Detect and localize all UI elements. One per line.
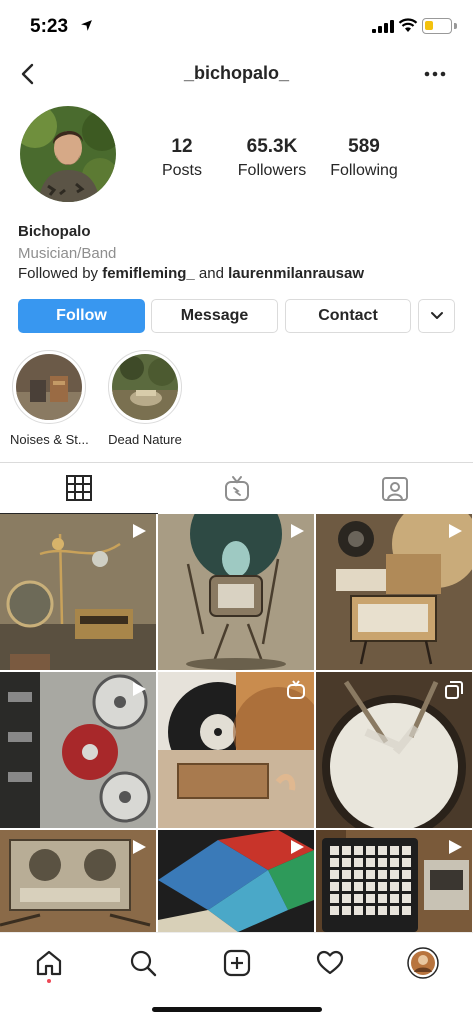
follow-button[interactable]: Follow [18,299,145,333]
battery-icon [422,18,452,34]
battery-level [425,21,433,30]
followers-count-label: Followers [237,162,307,179]
story-highlight-noises[interactable]: Noises & St... [10,350,89,447]
video-icon [133,524,146,538]
following-count[interactable]: 589 Following [328,136,400,180]
nav-home[interactable] [31,945,67,981]
posts-count-label: Posts [161,162,202,179]
following-count-label: Following [330,162,398,179]
home-indicator [152,1007,322,1012]
tab-posts-grid[interactable] [0,463,158,514]
avatar-photo [20,106,116,202]
profile-tabs [0,462,473,514]
video-icon [449,840,462,854]
grid-icon [66,475,92,501]
profile-avatar[interactable] [20,106,116,202]
nav-search[interactable] [125,945,161,981]
tagged-icon [382,476,408,501]
posts-count: 12 Posts [155,136,209,180]
profile-avatar-icon [407,947,439,979]
highlight-label: Noises & St... [10,432,89,447]
battery-tip [454,23,457,29]
followed-by-prefix: Followed by [18,265,103,282]
more-options-icon[interactable] [420,64,450,84]
post-tile[interactable] [316,514,472,670]
heart-icon [316,950,344,975]
followed-by-user-1[interactable]: femifleming_ [102,265,195,282]
carousel-icon [445,681,463,699]
highlight-ring [108,350,182,424]
video-icon [291,524,304,538]
igtv-icon [225,475,249,501]
video-icon [449,524,462,538]
video-icon [133,682,146,696]
search-icon [130,950,157,977]
followed-by-text[interactable]: Followed by femifleming_ and laurenmilan… [18,265,364,282]
nav-profile[interactable] [405,945,441,981]
contact-button[interactable]: Contact [285,299,411,333]
location-arrow-icon [81,20,92,31]
story-highlight-dead-nature[interactable]: Dead Nature [106,350,184,447]
profile-username-title: _bichopalo_ [183,63,290,83]
highlight-ring [12,350,86,424]
followed-by-and: and [194,265,229,282]
tab-tagged[interactable] [316,463,473,514]
signal-icon [372,20,394,33]
highlight-cover-image [16,354,82,420]
status-bar: 5:23 [0,0,473,52]
tab-igtv[interactable] [158,463,316,514]
highlight-label: Dead Nature [108,432,182,447]
chevron-down-icon [430,312,443,319]
followers-count[interactable]: 65.3K Followers [232,136,312,180]
post-tile[interactable] [0,514,156,670]
profile-display-name: Bichopalo [18,223,91,240]
post-tile[interactable] [316,672,472,828]
followers-count-value: 65.3K [246,136,298,157]
post-tile[interactable] [158,514,314,670]
profile-category: Musician/Band [18,245,117,262]
status-time: 5:23 [30,16,69,37]
video-icon [291,840,304,854]
highlight-cover-image [112,354,178,420]
nav-activity[interactable] [312,945,348,981]
posts-count-value: 12 [171,136,193,157]
wifi-icon [398,18,418,32]
post-tile[interactable] [158,672,314,828]
followed-by-user-2[interactable]: laurenmilanrausaw [228,265,364,282]
suggested-accounts-dropdown-button[interactable] [418,299,455,333]
igtv-post-icon [287,680,305,699]
home-icon [36,950,62,976]
message-button[interactable]: Message [151,299,278,333]
add-post-icon [223,949,251,977]
video-icon [133,840,146,854]
post-tile[interactable] [0,672,156,828]
notification-dot [47,979,51,983]
nav-new-post[interactable] [219,945,255,981]
following-count-value: 589 [348,136,380,157]
